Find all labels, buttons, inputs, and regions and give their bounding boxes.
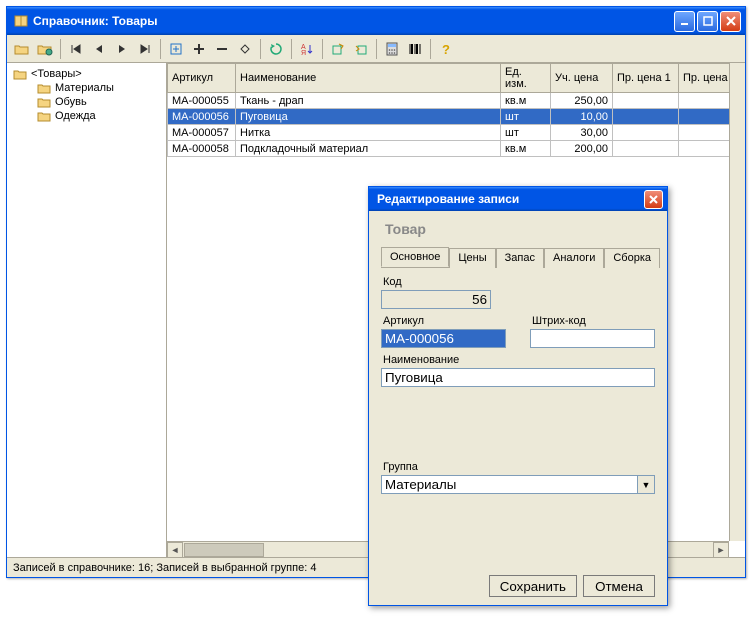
scroll-left-icon[interactable]: ◄ — [167, 542, 183, 558]
tree-item[interactable]: Обувь — [11, 95, 162, 109]
svg-text:Я: Я — [301, 50, 306, 56]
code-label: Код — [383, 276, 655, 288]
article-field[interactable] — [381, 329, 506, 348]
svg-text:?: ? — [442, 42, 450, 56]
scroll-right-icon[interactable]: ► — [713, 542, 729, 558]
folder-current-icon[interactable] — [34, 38, 56, 60]
cancel-button[interactable]: Отмена — [583, 575, 655, 597]
tab-stock[interactable]: Запас — [496, 248, 544, 268]
import-icon[interactable] — [350, 38, 372, 60]
dialog-titlebar: Редактирование записи — [369, 187, 667, 211]
group-label: Группа — [383, 461, 655, 473]
calculator-icon[interactable] — [381, 38, 403, 60]
first-record-icon[interactable] — [65, 38, 87, 60]
dialog-tabs: Основное Цены Запас Аналоги Сборка — [381, 247, 655, 268]
article-label: Артикул — [383, 315, 506, 327]
dialog-close-button[interactable] — [644, 190, 663, 209]
tree-item-label: Материалы — [55, 82, 114, 94]
name-field[interactable] — [381, 368, 655, 387]
barcode-label: Штрих-код — [532, 315, 655, 327]
table-row[interactable]: МА-000058Подкладочный материалкв.м200,00 — [168, 141, 745, 157]
titlebar: Справочник: Товары — [7, 7, 745, 35]
tree-item-label: Одежда — [55, 110, 96, 122]
maximize-button[interactable] — [697, 11, 718, 32]
group-select[interactable] — [381, 475, 638, 494]
sort-icon[interactable]: AЯ — [296, 38, 318, 60]
edit-icon[interactable] — [234, 38, 256, 60]
toolbar: AЯ ? — [7, 35, 745, 63]
col-header[interactable]: Артикул — [168, 64, 236, 93]
tree-item[interactable]: Одежда — [11, 109, 162, 123]
col-header[interactable]: Ед. изм. — [501, 64, 551, 93]
tree-root-label: <Товары> — [31, 68, 82, 80]
edit-dialog: Редактирование записи Товар Основное Цен… — [368, 186, 668, 606]
tab-main[interactable]: Основное — [381, 247, 449, 267]
refresh-icon[interactable] — [265, 38, 287, 60]
tab-analogs[interactable]: Аналоги — [544, 248, 604, 268]
last-record-icon[interactable] — [134, 38, 156, 60]
col-header[interactable]: Пр. цена 1 — [613, 64, 679, 93]
export-icon[interactable] — [327, 38, 349, 60]
dialog-heading: Товар — [385, 221, 655, 237]
app-icon — [13, 13, 29, 29]
data-grid[interactable]: Артикул Наименование Ед. изм. Уч. цена П… — [167, 63, 745, 157]
barcode-icon[interactable] — [404, 38, 426, 60]
vertical-scrollbar[interactable] — [729, 63, 745, 541]
save-button[interactable]: Сохранить — [489, 575, 577, 597]
tree-item[interactable]: Материалы — [11, 81, 162, 95]
tree-pane: <Товары> Материалы Обувь Одежда — [7, 63, 167, 557]
folder-open-icon[interactable] — [11, 38, 33, 60]
col-header[interactable]: Уч. цена — [551, 64, 613, 93]
tab-prices[interactable]: Цены — [449, 248, 495, 268]
tree-item-label: Обувь — [55, 96, 87, 108]
barcode-field[interactable] — [530, 329, 655, 348]
tab-assembly[interactable]: Сборка — [604, 248, 660, 268]
plus-icon[interactable] — [188, 38, 210, 60]
name-label: Наименование — [383, 354, 655, 366]
tree-root[interactable]: <Товары> — [11, 67, 162, 81]
table-row[interactable]: МА-000056Пуговицашт10,00 — [168, 109, 745, 125]
help-icon[interactable]: ? — [435, 38, 457, 60]
table-row[interactable]: МА-000057Ниткашт30,00 — [168, 125, 745, 141]
add-icon[interactable] — [165, 38, 187, 60]
col-header[interactable]: Наименование — [236, 64, 501, 93]
close-button[interactable] — [720, 11, 741, 32]
window-title: Справочник: Товары — [33, 14, 674, 28]
table-row[interactable]: МА-000055Ткань - драпкв.м250,00 — [168, 93, 745, 109]
next-record-icon[interactable] — [111, 38, 133, 60]
dropdown-icon[interactable]: ▼ — [638, 475, 655, 494]
dialog-title: Редактирование записи — [377, 192, 644, 206]
code-field — [381, 290, 491, 309]
status-text: Записей в справочнике: 16; Записей в выб… — [13, 562, 316, 574]
minus-icon[interactable] — [211, 38, 233, 60]
minimize-button[interactable] — [674, 11, 695, 32]
scroll-thumb[interactable] — [184, 543, 264, 557]
prev-record-icon[interactable] — [88, 38, 110, 60]
